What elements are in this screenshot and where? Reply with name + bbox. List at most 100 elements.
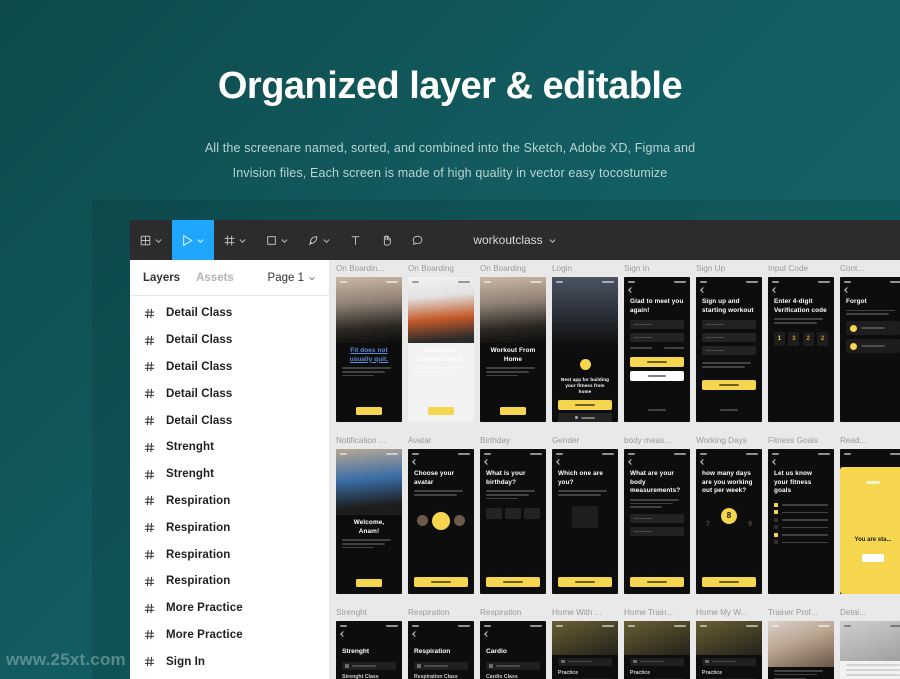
layer-row[interactable]: Respiration [130,568,329,595]
artboard-preview[interactable]: Let us know your fitness goals [768,449,834,594]
back-icon[interactable] [557,460,561,466]
artboard-preview[interactable]: Fit does not usually quit. [336,277,402,422]
back-icon[interactable] [845,288,849,294]
code-digit[interactable]: 1 [774,332,785,346]
chevron-down-icon[interactable] [548,236,557,245]
primary-button[interactable] [356,579,382,587]
artboard-label[interactable]: Working Days [696,432,762,449]
artboard[interactable]: AvatarChoose your avatar [408,432,474,594]
artboard[interactable]: Cont...Forgot [840,260,900,422]
artboard[interactable]: Working Dayshow many days are you workin… [696,432,762,594]
back-icon[interactable] [773,288,777,294]
gender-option[interactable] [572,506,598,528]
back-icon[interactable] [773,460,777,466]
frame-icon[interactable] [214,220,256,260]
artboard-label[interactable]: On Boarding [480,260,546,277]
artboard-preview[interactable]: Enter 4-digit Verification code1322 [768,277,834,422]
search-input[interactable] [342,662,396,670]
search-input[interactable] [486,662,540,670]
text-icon[interactable] [340,220,371,260]
secondary-button[interactable] [630,371,684,381]
artboard-preview[interactable]: RespirationRespiration Class [408,621,474,679]
layer-row[interactable]: Detail Class [130,407,329,434]
layer-row[interactable]: Detail Class [130,354,329,381]
layer-row[interactable]: Detail Class [130,327,329,354]
artboard-label[interactable]: Input Code [768,260,834,277]
figma-menu-icon[interactable] [130,220,172,260]
artboard-preview[interactable]: What are your body measurements? [624,449,690,594]
back-icon[interactable] [341,632,345,638]
page-selector[interactable]: Page 1 [268,272,316,284]
hand-icon[interactable] [371,220,402,260]
goal-item[interactable] [768,510,834,514]
goal-checkbox[interactable] [774,518,778,522]
artboard-preview[interactable] [840,621,900,679]
artboard-preview[interactable]: What is your birthday? [480,449,546,594]
file-name-label[interactable]: workoutclass [473,233,542,247]
avatar[interactable] [417,515,428,526]
primary-button[interactable] [862,554,884,562]
input-field[interactable] [630,320,684,329]
artboard[interactable]: On BoardingWorkout From Home [480,260,546,422]
artboard[interactable]: On BoardingChoose us, Choose health. [408,260,474,422]
back-icon[interactable] [629,460,633,466]
layer-row[interactable]: Detail Class [130,300,329,327]
weight-field[interactable] [630,527,684,536]
back-icon[interactable] [629,288,633,294]
avatar-selected[interactable] [432,512,450,530]
artboard[interactable]: body meas...What are your body measureme… [624,432,690,594]
artboard-label[interactable]: Home Train... [624,604,690,621]
artboard-preview[interactable]: Choose your avatar [408,449,474,594]
social-google-button[interactable] [558,413,612,422]
artboard[interactable]: Fitness GoalsLet us know your fitness go… [768,432,834,594]
back-icon[interactable] [485,460,489,466]
artboard[interactable]: Home Train...Good MorningPractice [624,604,690,679]
artboard[interactable]: Home With ...Good MorningPractice [552,604,618,679]
layer-row[interactable]: Respiration [130,488,329,515]
artboard-preview[interactable]: Choose us, Choose health. [408,277,474,422]
layer-row[interactable]: Sign In [130,648,329,675]
tab-assets[interactable]: Assets [196,272,234,284]
code-digit[interactable]: 2 [803,332,814,346]
artboard-label[interactable]: Sign In [624,260,690,277]
layer-row[interactable]: Sign In [130,675,329,679]
search-input[interactable] [702,658,756,666]
move-cursor-icon[interactable] [172,220,214,260]
artboard[interactable]: LoginBest app for building your fitness … [552,260,618,422]
goal-checkbox[interactable] [774,503,778,507]
artboard-preview[interactable]: Glad to meet you again! [624,277,690,422]
goal-item[interactable] [768,533,834,537]
contact-option[interactable] [846,339,900,353]
artboard-label[interactable]: Fitness Goals [768,432,834,449]
goal-checkbox[interactable] [774,510,778,514]
primary-button[interactable] [428,407,454,415]
artboard-label[interactable]: Home My W... [696,604,762,621]
footer-link[interactable] [624,400,690,418]
artboard[interactable]: BirthdayWhat is your birthday? [480,432,546,594]
goal-item[interactable] [768,540,834,544]
shape-rectangle-icon[interactable] [256,220,298,260]
primary-button[interactable] [414,577,468,587]
primary-button[interactable] [558,577,612,587]
back-icon[interactable] [413,632,417,638]
layer-row[interactable]: Respiration [130,541,329,568]
artboard[interactable]: Notification ...Welcome, Anam! [336,432,402,594]
artboard-preview[interactable]: Good MorningPractice [624,621,690,679]
artboard-preview[interactable]: Good MorningPractice [552,621,618,679]
artboard-preview[interactable]: Welcome, Anam! [336,449,402,594]
code-input-group[interactable]: 1322 [768,326,834,346]
artboard-label[interactable]: Gender [552,432,618,449]
contact-option[interactable] [846,321,900,335]
year-select[interactable] [524,508,540,519]
avatar[interactable] [454,515,465,526]
figma-canvas[interactable]: On Boardin...Fit does not usually quit.O… [330,260,900,679]
artboard-label[interactable]: Login [552,260,618,277]
footer-link[interactable] [696,400,762,418]
artboard-preview[interactable]: Sign up and starting workout [696,277,762,422]
goal-checkbox[interactable] [774,533,778,537]
input-field[interactable] [702,333,756,342]
primary-button[interactable] [630,357,684,367]
artboard-label[interactable]: Cont... [840,260,900,277]
layer-row[interactable]: Respiration [130,514,329,541]
goal-item[interactable] [768,503,834,507]
